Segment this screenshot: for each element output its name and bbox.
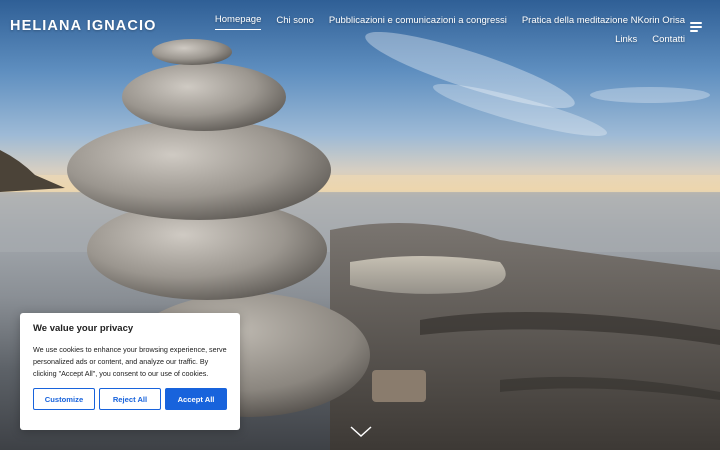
accept-all-button[interactable]: Accept All [165, 388, 227, 411]
cookie-text: We use cookies to enhance your browsing … [33, 345, 227, 378]
main-nav: Homepage Chi sono Pubblicazioni e comuni… [180, 11, 685, 49]
customize-button[interactable]: Customize [33, 388, 95, 411]
nav-item-pubblicazioni[interactable]: Pubblicazioni e comunicazioni a congress… [329, 11, 507, 30]
nav-item-pratica-meditazione[interactable]: Pratica della meditazione NKorin Orisa [522, 11, 685, 30]
cookie-buttons: Customize Reject All Accept All [33, 388, 227, 411]
nav-item-contatti[interactable]: Contatti [652, 30, 685, 49]
cookie-title: We value your privacy [33, 323, 134, 334]
nav-item-chi-sono[interactable]: Chi sono [276, 11, 314, 30]
hamburger-menu-icon[interactable] [690, 22, 702, 32]
nav-item-links[interactable]: Links [615, 30, 637, 49]
chevron-down-icon[interactable] [350, 426, 372, 438]
nav-item-homepage[interactable]: Homepage [214, 11, 262, 30]
reject-all-button[interactable]: Reject All [99, 388, 161, 411]
site-title[interactable]: HELIANA IGNACIO [10, 18, 156, 34]
cookie-consent-banner: We value your privacy We use cookies to … [20, 313, 240, 430]
